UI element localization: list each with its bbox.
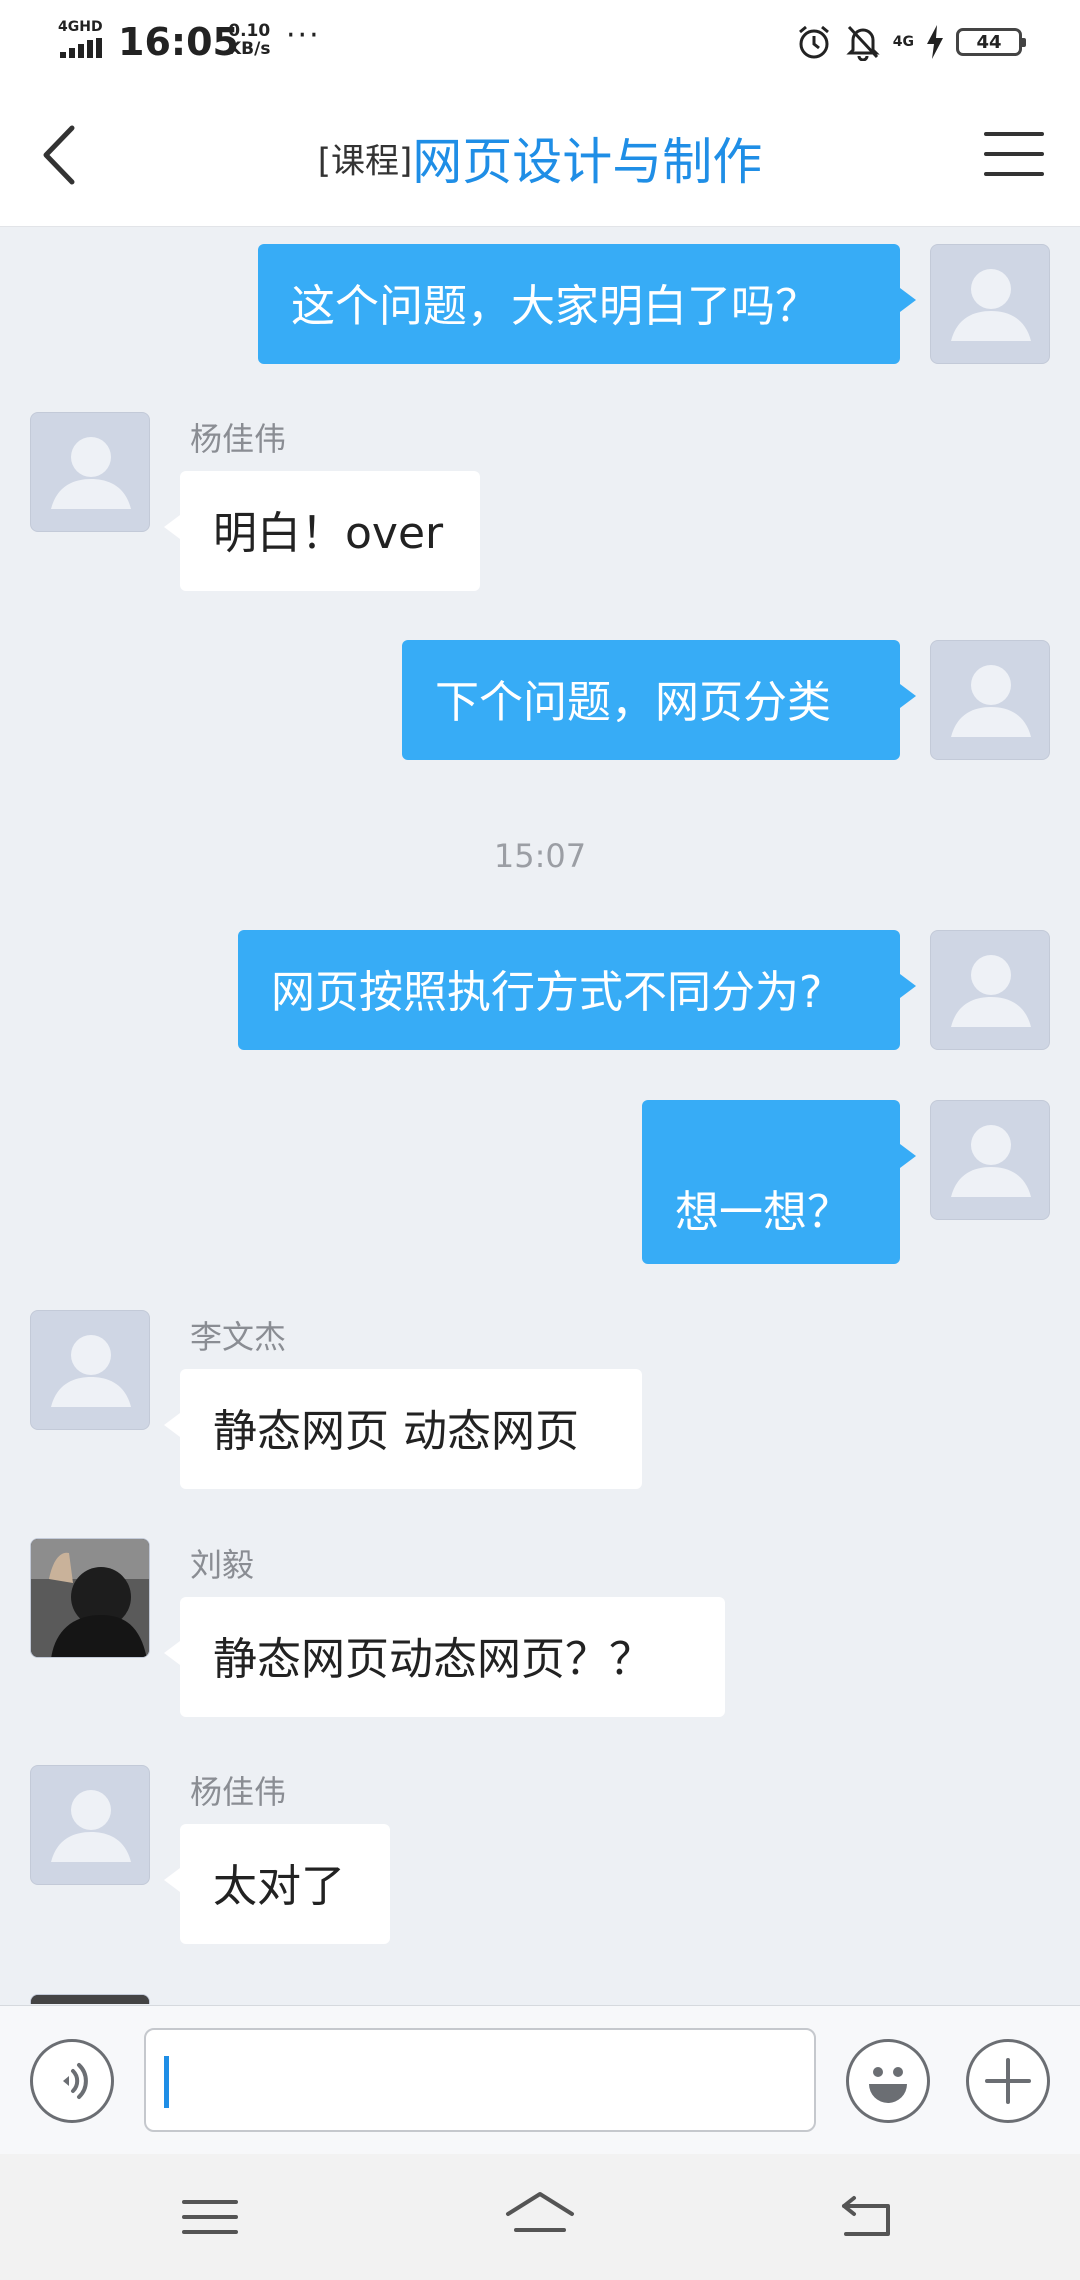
plus-icon <box>985 2058 1031 2104</box>
sender-name: 梁 <box>190 1996 222 2004</box>
default-avatar-icon <box>951 1125 1031 1197</box>
default-avatar-icon <box>51 1790 131 1862</box>
time-separator: 15:07 <box>493 837 587 875</box>
message-bubble-incoming[interactable]: 明白！over <box>164 471 480 591</box>
default-avatar-icon <box>951 269 1031 341</box>
title-tag: [课程] <box>317 141 413 182</box>
message-text: 想一想？ <box>675 1187 851 1238</box>
avatar[interactable] <box>30 1310 150 1430</box>
avatar[interactable] <box>30 412 150 532</box>
network-type-right: 4G <box>892 34 914 50</box>
home-icon <box>506 2192 574 2232</box>
signal-icon <box>60 38 104 58</box>
network-speed-value: 0.10 <box>228 21 271 41</box>
network-speed: 0.10 KB/s <box>228 22 270 58</box>
menu-icon <box>182 2200 238 2234</box>
network-type-label: 4GHD <box>58 19 103 35</box>
message-bubble-outgoing[interactable]: 这个问题，大家明白了吗？ <box>258 244 916 364</box>
chat-message-list[interactable]: 这个问题，大家明白了吗？ 杨佳伟 明白！over 下个问题，网页分类 15:07… <box>0 227 1080 2004</box>
sender-name: 杨佳伟 <box>190 1773 287 1811</box>
network-speed-unit: KB/s <box>228 39 271 59</box>
avatar[interactable] <box>30 1538 150 1658</box>
message-bubble-outgoing[interactable]: 想一想？ <box>642 1100 916 1264</box>
avatar[interactable] <box>930 1100 1050 1220</box>
user-photo-avatar <box>31 1539 149 1657</box>
emoji-button[interactable] <box>846 2039 930 2123</box>
avatar[interactable] <box>930 244 1050 364</box>
voice-icon <box>63 2063 88 2099</box>
message-text: 静态网页动态网页？？ <box>213 1634 653 1685</box>
sender-name: 李文杰 <box>190 1318 287 1356</box>
recent-apps-button[interactable] <box>172 2184 252 2250</box>
default-avatar-icon <box>51 437 131 509</box>
message-text: 网页按照执行方式不同分为? <box>271 967 823 1018</box>
voice-button[interactable] <box>30 2039 114 2123</box>
default-avatar-icon <box>51 1335 131 1407</box>
avatar[interactable] <box>930 640 1050 760</box>
alarm-icon <box>798 25 829 59</box>
home-button[interactable] <box>500 2184 580 2250</box>
app-header: [课程]网页设计与制作 <box>0 80 1080 227</box>
course-title: 网页设计与制作 <box>412 133 763 191</box>
user-photo-avatar <box>31 1995 149 2004</box>
text-cursor <box>164 2056 169 2108</box>
default-avatar-icon <box>951 955 1031 1027</box>
clock: 16:05 <box>118 20 239 64</box>
message-text: 明白！over <box>213 508 444 559</box>
status-icons: 4G 44 <box>795 22 1026 62</box>
sender-name: 刘毅 <box>190 1546 255 1584</box>
message-text: 下个问题，网页分类 <box>435 677 831 728</box>
menu-button[interactable] <box>984 132 1044 178</box>
message-bubble-incoming[interactable]: 静态网页动态网页？？ <box>164 1597 725 1717</box>
avatar[interactable] <box>930 930 1050 1050</box>
default-avatar-icon <box>951 665 1031 737</box>
message-bubble-incoming[interactable]: 太对了 <box>164 1824 390 1944</box>
charging-icon <box>927 25 943 59</box>
message-bubble-outgoing[interactable]: 下个问题，网页分类 <box>402 640 916 760</box>
more-notifications-icon: ··· <box>286 18 321 53</box>
message-text: 这个问题，大家明白了吗？ <box>291 281 819 332</box>
emoji-icon <box>869 2067 907 2103</box>
mute-bell-icon <box>846 25 880 61</box>
system-navigation-bar <box>0 2154 1080 2280</box>
avatar[interactable] <box>30 1765 150 1885</box>
avatar[interactable] <box>30 1994 150 2004</box>
more-actions-button[interactable] <box>966 2039 1050 2123</box>
message-bubble-incoming[interactable]: 静态网页 动态网页 <box>164 1369 642 1489</box>
message-text: 静态网页 动态网页 <box>213 1406 579 1457</box>
page-title: [课程]网页设计与制作 <box>0 122 1080 194</box>
back-nav-button[interactable] <box>830 2184 910 2250</box>
sender-name: 杨佳伟 <box>190 420 287 458</box>
message-input-bar <box>0 2005 1080 2154</box>
message-text: 太对了 <box>213 1861 345 1912</box>
status-bar: 4GHD 16:05 0.10 KB/s ··· 4G 44 <box>0 0 1080 80</box>
message-bubble-outgoing[interactable]: 网页按照执行方式不同分为? <box>238 930 916 1050</box>
battery-icon: 44 <box>956 28 1026 56</box>
message-input[interactable] <box>144 2028 816 2132</box>
back-nav-icon <box>842 2196 890 2236</box>
